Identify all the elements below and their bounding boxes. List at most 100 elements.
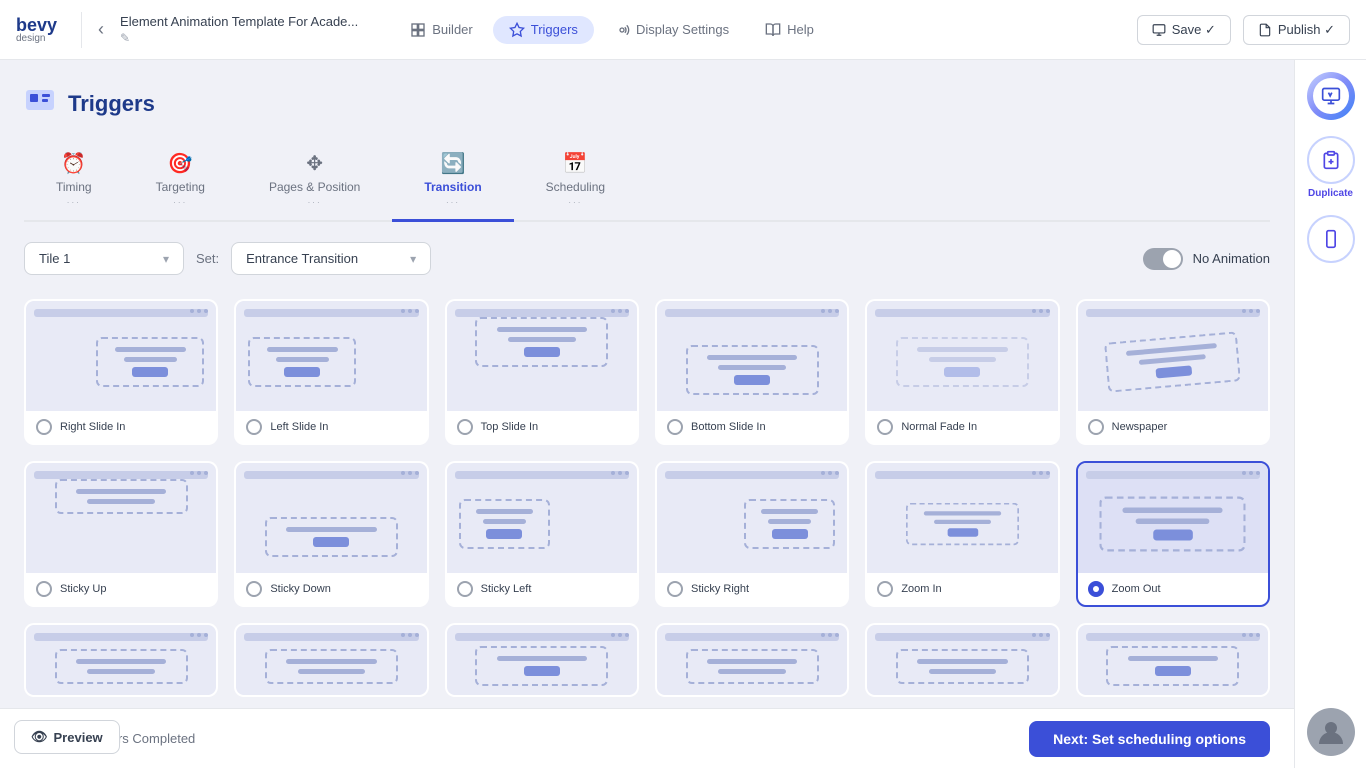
- anim-card-sticky-down[interactable]: Sticky Down: [234, 461, 428, 607]
- card-content: [55, 479, 188, 514]
- tile-value: Tile 1: [39, 251, 70, 266]
- anim-card-row3-3[interactable]: [445, 623, 639, 697]
- card-preview-zoom-out: [1078, 463, 1268, 573]
- card-content: [1104, 331, 1241, 392]
- timing-label: Timing: [56, 180, 92, 194]
- card-content: [896, 649, 1029, 684]
- anim-card-sticky-right[interactable]: Sticky Right: [655, 461, 849, 607]
- anim-card-row3-5[interactable]: [865, 623, 1059, 697]
- card-content: [265, 517, 398, 557]
- card-content: [1100, 497, 1246, 552]
- tab-builder[interactable]: Builder: [394, 16, 488, 44]
- tab-triggers-label: Triggers: [531, 22, 578, 37]
- tab-targeting[interactable]: 🎯 Targeting ···: [124, 143, 237, 222]
- radio-bottom-slide-in[interactable]: [667, 419, 683, 435]
- anim-label-right-slide-in: Right Slide In: [60, 421, 125, 433]
- card-footer: Top Slide In: [447, 411, 637, 443]
- tab-timing[interactable]: ⏰ Timing ···: [24, 143, 124, 222]
- card-content: [55, 649, 188, 684]
- anim-card-sticky-up[interactable]: Sticky Up: [24, 461, 218, 607]
- ab-inner: [1313, 78, 1349, 114]
- card-content: [475, 317, 608, 367]
- card-preview-row3-5: [867, 625, 1057, 695]
- card-content: [459, 499, 550, 549]
- card-footer: Normal Fade In: [867, 411, 1057, 443]
- radio-top-slide-in[interactable]: [457, 419, 473, 435]
- mobile-preview-button[interactable]: [1307, 215, 1355, 263]
- anim-card-right-slide-in[interactable]: Right Slide In: [24, 299, 218, 445]
- save-label: Save ✓: [1172, 22, 1216, 38]
- nav-actions: Save ✓ Publish ✓: [1137, 15, 1350, 45]
- brand-name: bevy: [16, 16, 57, 34]
- tab-display-label: Display Settings: [636, 22, 729, 37]
- tab-scheduling[interactable]: 📅 Scheduling ···: [514, 143, 637, 222]
- timing-icon: ⏰: [61, 151, 86, 176]
- anim-card-zoom-out[interactable]: Zoom Out: [1076, 461, 1270, 607]
- card-content: [1106, 646, 1239, 686]
- anim-card-top-slide-in[interactable]: Top Slide In: [445, 299, 639, 445]
- nav-title-area: Element Animation Template For Acade... …: [120, 14, 358, 45]
- anim-card-normal-fade-in[interactable]: Normal Fade In: [865, 299, 1059, 445]
- next-button[interactable]: Next: Set scheduling options: [1029, 721, 1270, 757]
- card-content: [744, 499, 835, 549]
- tab-display[interactable]: Display Settings: [598, 16, 745, 44]
- duplicate-button[interactable]: [1307, 136, 1355, 184]
- anim-card-row3-6[interactable]: [1076, 623, 1270, 697]
- targeting-label: Targeting: [156, 180, 205, 194]
- bottom-bar: 0 out of 5 Triggers Completed Next: Set …: [0, 708, 1294, 768]
- back-button[interactable]: ‹: [98, 19, 104, 40]
- toggle-knob: [1163, 250, 1181, 268]
- anim-label-zoom-in: Zoom In: [901, 583, 941, 595]
- radio-zoom-in[interactable]: [877, 581, 893, 597]
- card-footer: Zoom Out: [1078, 573, 1268, 605]
- anim-card-sticky-left[interactable]: Sticky Left: [445, 461, 639, 607]
- anim-card-row3-1[interactable]: [24, 623, 218, 697]
- card-preview-zoom-in: [867, 463, 1057, 573]
- no-animation-toggle[interactable]: No Animation: [1143, 248, 1270, 270]
- card-footer: Right Slide In: [26, 411, 216, 443]
- radio-sticky-left[interactable]: [457, 581, 473, 597]
- radio-zoom-out[interactable]: [1088, 581, 1104, 597]
- brand-sub: design: [16, 34, 45, 44]
- toggle-switch[interactable]: [1143, 248, 1183, 270]
- nav-tabs: Builder Triggers Display Settings Help: [394, 16, 1120, 44]
- anim-label-sticky-down: Sticky Down: [270, 583, 331, 595]
- anim-card-newspaper[interactable]: Newspaper: [1076, 299, 1270, 445]
- preview-icon: 👁: [31, 729, 48, 745]
- preview-button[interactable]: 👁 Preview: [14, 720, 120, 754]
- radio-right-slide-in[interactable]: [36, 419, 52, 435]
- anim-card-zoom-in[interactable]: Zoom In: [865, 461, 1059, 607]
- radio-sticky-right[interactable]: [667, 581, 683, 597]
- card-preview-sticky-up: [26, 463, 216, 573]
- no-animation-label: No Animation: [1193, 251, 1270, 266]
- card-footer: Bottom Slide In: [657, 411, 847, 443]
- anim-card-row3-4[interactable]: [655, 623, 849, 697]
- tab-triggers[interactable]: Triggers: [493, 16, 594, 44]
- radio-sticky-down[interactable]: [246, 581, 262, 597]
- tab-transition[interactable]: 🔄 Transition ···: [392, 143, 513, 222]
- card-footer: Sticky Down: [236, 573, 426, 605]
- radio-left-slide-in[interactable]: [246, 419, 262, 435]
- anim-label-top-slide-in: Top Slide In: [481, 421, 538, 433]
- anim-card-left-slide-in[interactable]: Left Slide In: [234, 299, 428, 445]
- anim-card-row3-2[interactable]: [234, 623, 428, 697]
- card-preview-row3-3: [447, 625, 637, 695]
- card-preview-left-slide-in: [236, 301, 426, 411]
- publish-button[interactable]: Publish ✓: [1243, 15, 1350, 45]
- radio-sticky-up[interactable]: [36, 581, 52, 597]
- pages-icon: ✥: [306, 151, 323, 176]
- tile-dropdown[interactable]: Tile 1 ▾: [24, 242, 184, 275]
- tab-builder-label: Builder: [432, 22, 472, 37]
- save-button[interactable]: Save ✓: [1137, 15, 1231, 45]
- radio-newspaper[interactable]: [1088, 419, 1104, 435]
- anim-card-bottom-slide-in[interactable]: Bottom Slide In: [655, 299, 849, 445]
- radio-normal-fade-in[interactable]: [877, 419, 893, 435]
- tab-pages[interactable]: ✥ Pages & Position ···: [237, 143, 392, 222]
- tab-help[interactable]: Help: [749, 16, 830, 44]
- card-preview-row3-4: [657, 625, 847, 695]
- card-dots: [190, 309, 208, 313]
- ab-test-badge[interactable]: [1307, 72, 1355, 120]
- triggers-icon: [24, 84, 56, 123]
- set-dropdown[interactable]: Entrance Transition ▾: [231, 242, 431, 275]
- page-title: Triggers: [68, 91, 155, 117]
